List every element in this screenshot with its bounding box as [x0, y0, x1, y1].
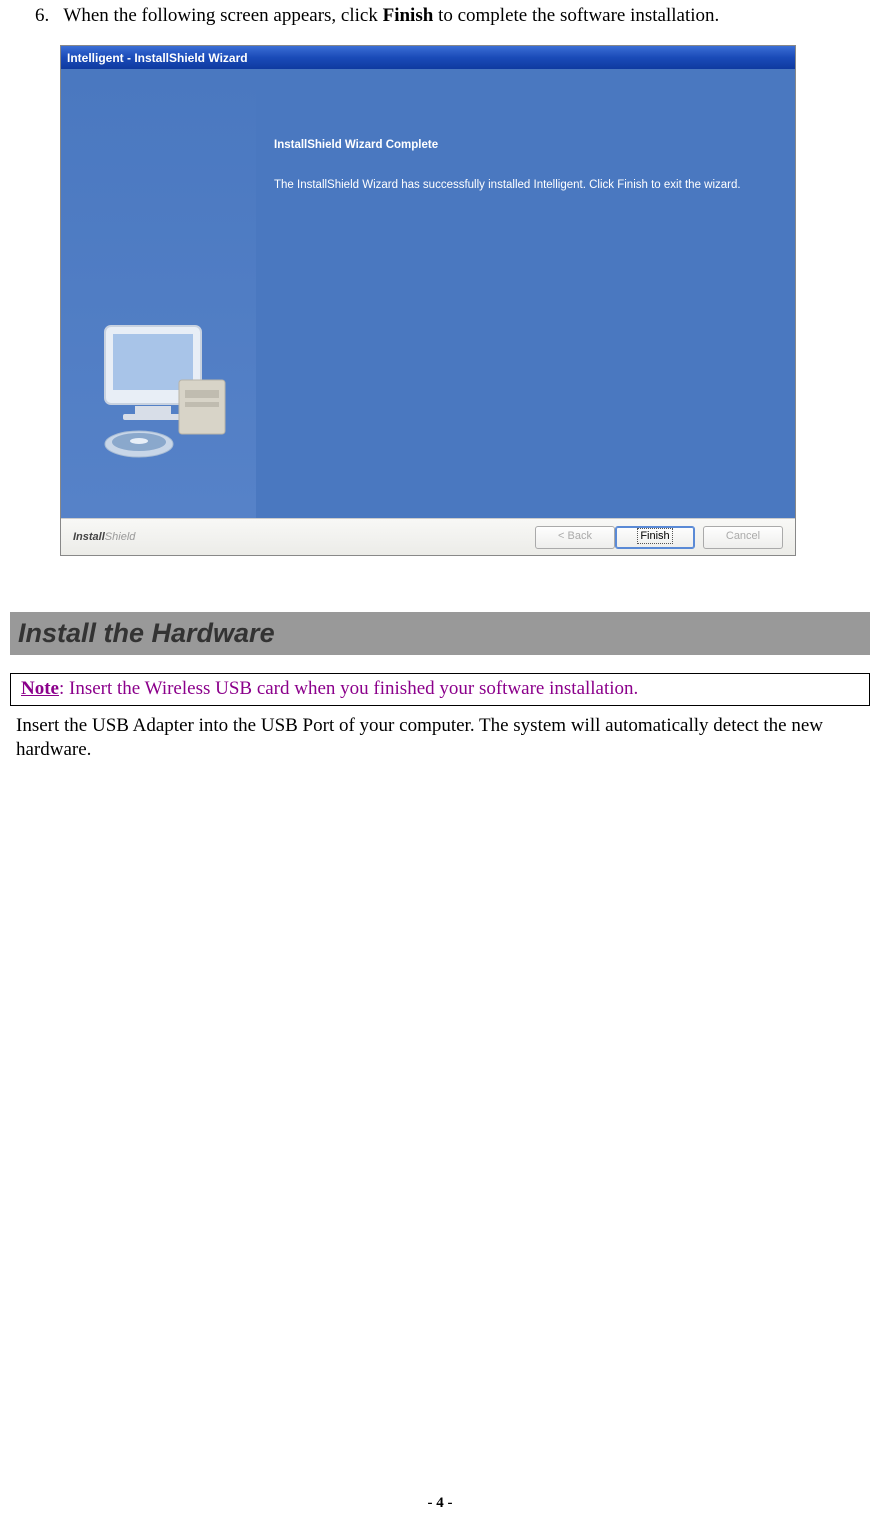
dialog-sidebar: [61, 69, 256, 518]
cancel-button: Cancel: [703, 526, 783, 549]
step-bold: Finish: [383, 5, 434, 26]
dialog-content: InstallShield Wizard Complete The Instal…: [256, 69, 795, 518]
finish-button[interactable]: Finish: [615, 526, 695, 549]
back-button: < Back: [535, 526, 615, 549]
dialog-title: Intelligent - InstallShield Wizard: [67, 51, 248, 65]
instruction-step: 6. When the following screen appears, cl…: [35, 5, 870, 27]
wizard-body-text: The InstallShield Wizard has successfull…: [274, 177, 771, 193]
section-body: Insert the USB Adapter into the USB Port…: [16, 714, 864, 763]
dialog-body: InstallShield Wizard Complete The Instal…: [61, 69, 795, 518]
note-text: : Insert the Wireless USB card when you …: [59, 678, 638, 699]
step-text-2: to complete the software installation.: [433, 5, 719, 26]
step-text-1: When the following screen appears, click: [63, 5, 382, 26]
section-heading: Install the Hardware: [10, 612, 870, 655]
wizard-heading: InstallShield Wizard Complete: [274, 139, 771, 151]
computer-install-icon: [83, 318, 238, 468]
dialog-titlebar: Intelligent - InstallShield Wizard: [61, 46, 795, 69]
page-number: - 4 -: [0, 1495, 880, 1512]
dialog-footer: InstallShield < Back Finish Cancel: [61, 518, 795, 555]
note-label: Note: [21, 678, 59, 699]
installer-dialog: Intelligent - InstallShield Wizard: [60, 45, 796, 556]
step-number: 6.: [35, 5, 59, 27]
footer-brand: InstallShield: [73, 531, 135, 543]
note-box: Note: Insert the Wireless USB card when …: [10, 673, 870, 706]
